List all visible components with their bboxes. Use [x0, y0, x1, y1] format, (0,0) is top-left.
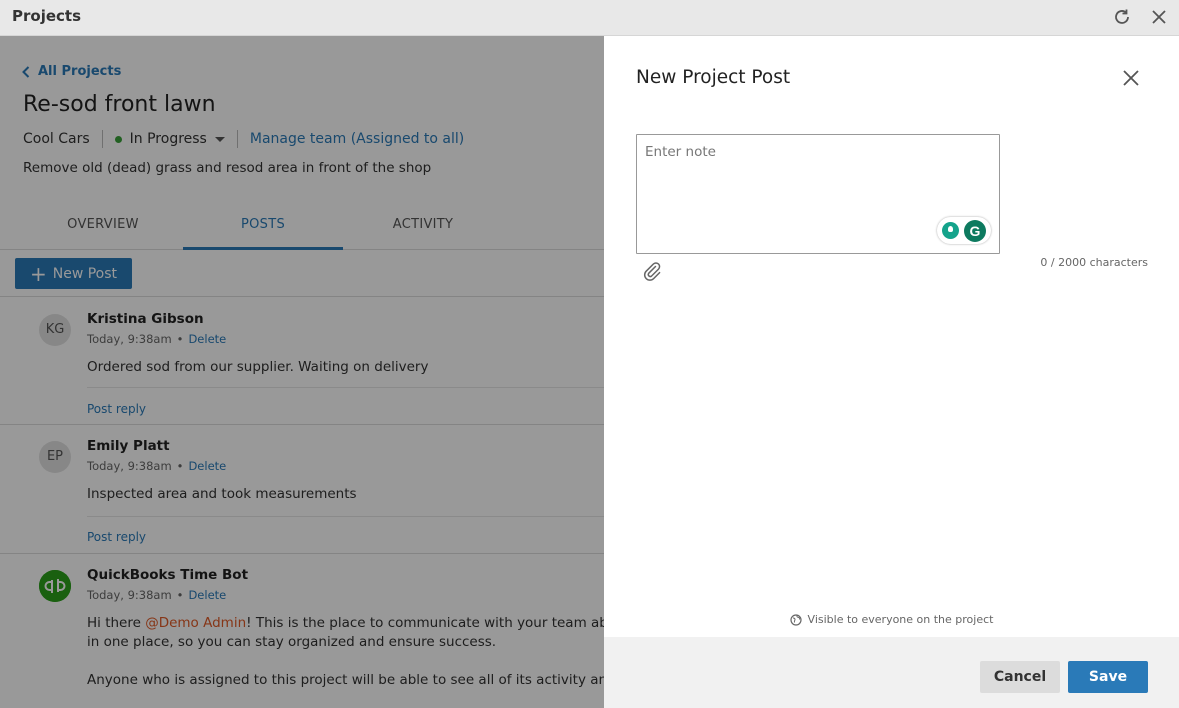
post-body: Ordered sod from our supplier. Waiting o… — [87, 359, 429, 375]
window-title-bar: Projects — [0, 0, 1179, 36]
divider — [236, 130, 238, 148]
delete-post-link[interactable]: Delete — [188, 459, 226, 473]
customer-name: Cool Cars — [23, 131, 90, 147]
status-dropdown[interactable]: In Progress — [114, 131, 225, 147]
refresh-icon[interactable] — [1111, 6, 1133, 28]
post-time: Today, 9:38am — [87, 588, 172, 602]
project-title: Re-sod front lawn — [23, 92, 216, 117]
cancel-button[interactable]: Cancel — [980, 661, 1060, 693]
divider — [0, 424, 604, 425]
drawer-footer: Cancel Save — [604, 637, 1179, 708]
visibility-note: Visible to everyone on the project — [604, 613, 1179, 626]
post-author: QuickBooks Time Bot — [87, 567, 249, 583]
close-icon[interactable] — [1148, 6, 1170, 28]
post-body-text: Hi there — [87, 615, 146, 631]
post-body-text: ! This is the place to communicate with … — [246, 615, 604, 631]
grammarly-icon: G — [964, 219, 986, 242]
project-detail-page: All Projects Re-sod front lawn Cool Cars… — [0, 36, 604, 708]
post-time: Today, 9:38am — [87, 332, 172, 346]
note-field: G — [636, 134, 1000, 254]
save-button[interactable]: Save — [1068, 661, 1148, 693]
manage-team-link[interactable]: Manage team (Assigned to all) — [250, 131, 464, 147]
grammarly-widget[interactable]: G — [937, 217, 991, 244]
post-body: Inspected area and took measurements — [87, 486, 357, 502]
delete-post-link[interactable]: Delete — [188, 588, 226, 602]
post-body: Hi there @Demo Admin! This is the place … — [87, 614, 604, 690]
divider — [87, 516, 604, 517]
project-tabs: OVERVIEW POSTS ACTIVITY — [0, 200, 604, 250]
post-author: Emily Platt — [87, 438, 170, 454]
divider — [0, 296, 604, 297]
paperclip-icon[interactable] — [641, 260, 663, 282]
post-reply-link[interactable]: Post reply — [87, 530, 146, 544]
divider — [87, 387, 604, 388]
project-meta: Cool Cars In Progress Manage team (Assig… — [23, 130, 464, 148]
new-post-label: New Post — [52, 265, 118, 282]
project-description: Remove old (dead) grass and resod area i… — [23, 160, 432, 176]
caret-down-icon — [214, 136, 225, 142]
tab-activity[interactable]: ACTIVITY — [343, 200, 503, 250]
new-post-drawer: New Project Post G 0 / 2000 characters V… — [604, 36, 1179, 708]
visibility-label: Visible to everyone on the project — [807, 613, 994, 626]
post-body-text: Anyone who is assigned to this project w… — [87, 672, 604, 688]
close-icon[interactable] — [1120, 67, 1142, 89]
globe-icon — [789, 613, 802, 626]
avatar: KG — [39, 314, 71, 346]
post-reply-link[interactable]: Post reply — [87, 402, 146, 416]
character-count: 0 / 2000 characters — [1040, 256, 1148, 269]
all-projects-link[interactable]: All Projects — [22, 64, 121, 79]
post-meta: Today, 9:38am • Delete — [87, 459, 227, 473]
lightbulb-icon — [942, 222, 959, 239]
new-post-button[interactable]: + New Post — [15, 258, 132, 289]
post-meta: Today, 9:38am • Delete — [87, 332, 227, 346]
drawer-title: New Project Post — [636, 67, 791, 88]
tab-posts[interactable]: POSTS — [183, 200, 343, 250]
divider — [0, 553, 604, 554]
post-meta: Today, 9:38am • Delete — [87, 588, 227, 602]
tab-overview[interactable]: OVERVIEW — [23, 200, 183, 250]
window-title: Projects — [12, 7, 82, 25]
chevron-left-icon — [22, 65, 30, 78]
status-dot-icon — [114, 135, 122, 143]
post-body-text: in one place, so you can stay organized … — [87, 634, 497, 650]
post-author: Kristina Gibson — [87, 311, 204, 327]
status-label: In Progress — [129, 131, 207, 147]
divider — [101, 130, 103, 148]
quickbooks-logo-icon — [39, 570, 71, 602]
delete-post-link[interactable]: Delete — [188, 332, 226, 346]
user-mention[interactable]: @Demo Admin — [145, 615, 246, 631]
post-time: Today, 9:38am — [87, 459, 172, 473]
avatar: EP — [39, 441, 71, 473]
plus-icon: + — [29, 261, 47, 286]
all-projects-label: All Projects — [38, 64, 122, 79]
